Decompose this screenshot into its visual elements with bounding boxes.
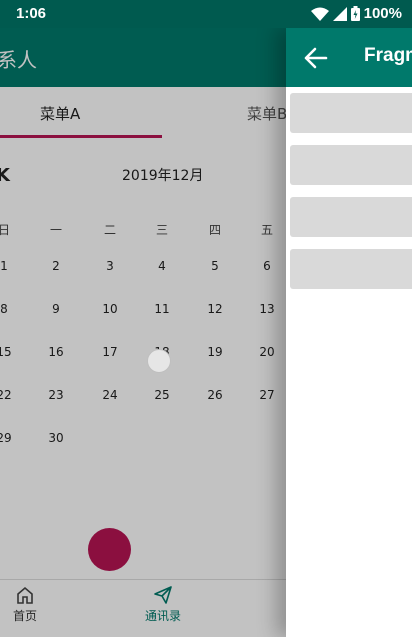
touch-indicator bbox=[147, 349, 171, 373]
panel-list-item[interactable] bbox=[290, 93, 412, 133]
battery-percent: 100% bbox=[363, 5, 402, 22]
fragment-panel: Fragm bbox=[286, 28, 412, 637]
panel-list-item[interactable] bbox=[290, 145, 412, 185]
panel-toolbar: Fragm bbox=[286, 28, 412, 87]
panel-list-item[interactable] bbox=[290, 249, 412, 289]
status-icons: 100% bbox=[310, 5, 402, 22]
signal-icon bbox=[332, 6, 347, 21]
panel-title: Fragm bbox=[364, 45, 412, 66]
panel-list-item[interactable] bbox=[290, 197, 412, 237]
back-arrow-icon[interactable] bbox=[302, 44, 330, 72]
status-bar: 1:06 100% bbox=[0, 0, 412, 28]
status-time: 1:06 bbox=[16, 5, 47, 22]
wifi-icon bbox=[310, 7, 329, 21]
battery-icon bbox=[350, 6, 360, 21]
